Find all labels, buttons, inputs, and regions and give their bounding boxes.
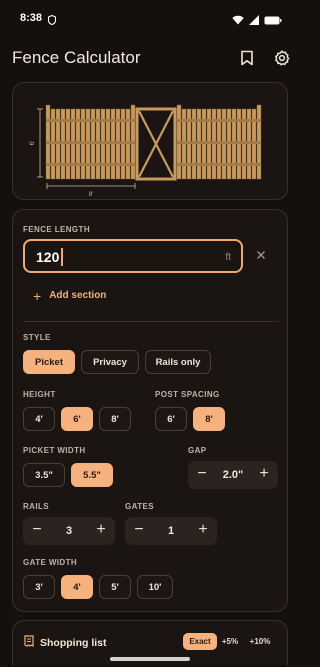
gear-icon[interactable] (271, 47, 293, 69)
style-option-privacy[interactable]: Privacy (81, 350, 139, 374)
height-label: HEIGHT (23, 390, 56, 399)
picket-width-option-5-5[interactable]: 5.5" (71, 463, 113, 487)
gates-increment-button[interactable]: + (195, 522, 211, 538)
rails-stepper: 3 − + (23, 517, 115, 545)
fence-preview: 6' 8' (12, 82, 288, 200)
close-icon[interactable] (253, 247, 269, 263)
waste-option-10[interactable]: +10% (245, 633, 275, 650)
gates-stepper: 1 − + (125, 517, 217, 545)
height-option-6[interactable]: 6' (61, 407, 93, 431)
gap-label: GAP (188, 446, 207, 455)
gate-width-option-5[interactable]: 5' (99, 575, 131, 599)
signal-icon (249, 12, 259, 30)
gate-width-option-3[interactable]: 3' (23, 575, 55, 599)
height-dimension-label: 6' (30, 141, 36, 145)
height-option-4[interactable]: 4' (23, 407, 55, 431)
receipt-icon (24, 635, 34, 650)
post-spacing-option-8[interactable]: 8' (193, 407, 225, 431)
gate-width-option-10[interactable]: 10' (137, 575, 173, 599)
post-spacing-label: POST SPACING (155, 390, 220, 399)
plus-icon: + (33, 287, 42, 304)
picket-width-option-3-5[interactable]: 3.5" (23, 463, 65, 487)
add-section-label: Add section (49, 290, 107, 301)
app-bar: Fence Calculator (0, 38, 300, 78)
home-indicator[interactable] (110, 657, 190, 661)
shopping-list-title: Shopping list (40, 636, 107, 649)
style-label: STYLE (23, 333, 51, 342)
rails-decrement-button[interactable]: − (29, 522, 45, 538)
post-spacing-option-6[interactable]: 6' (155, 407, 187, 431)
style-option-rails-only[interactable]: Rails only (145, 350, 211, 374)
fence-length-value: 120 (36, 249, 60, 265)
text-caret (61, 248, 63, 266)
shopping-list-header: Shopping list (24, 635, 107, 650)
width-dimension-label: 8' (89, 192, 93, 198)
gate-width-option-4[interactable]: 4' (61, 575, 93, 599)
wifi-icon (232, 12, 244, 30)
waste-option-5[interactable]: +5% (219, 633, 241, 650)
rails-increment-button[interactable]: + (93, 522, 109, 538)
rails-label: RAILS (23, 502, 49, 511)
fence-diagram: 6' 8' (30, 104, 262, 198)
add-section-button[interactable]: + Add section (33, 287, 107, 304)
style-option-picket[interactable]: Picket (23, 350, 75, 374)
divider (23, 321, 279, 322)
picket-width-label: PICKET WIDTH (23, 446, 86, 455)
height-option-8[interactable]: 8' (99, 407, 131, 431)
settings-card: FENCE LENGTH 120 ft + Add section STYLE … (12, 209, 288, 612)
shield-icon (47, 12, 57, 30)
gap-increment-button[interactable]: + (256, 466, 272, 482)
gate-width-label: GATE WIDTH (23, 558, 78, 567)
waste-option-exact[interactable]: Exact (183, 633, 217, 650)
gates-label: GATES (125, 502, 154, 511)
fence-length-unit: ft (225, 252, 231, 263)
gates-decrement-button[interactable]: − (131, 522, 147, 538)
status-bar: 8:38 (0, 0, 300, 36)
fence-length-input[interactable]: 120 ft (23, 239, 243, 273)
battery-icon (264, 12, 282, 30)
gap-stepper: 2.0" − + (188, 461, 278, 489)
page-title: Fence Calculator (12, 48, 141, 67)
bookmark-icon[interactable] (236, 47, 258, 69)
fence-length-label: FENCE LENGTH (23, 225, 91, 234)
gap-decrement-button[interactable]: − (194, 466, 210, 482)
status-time: 8:38 (20, 12, 43, 24)
